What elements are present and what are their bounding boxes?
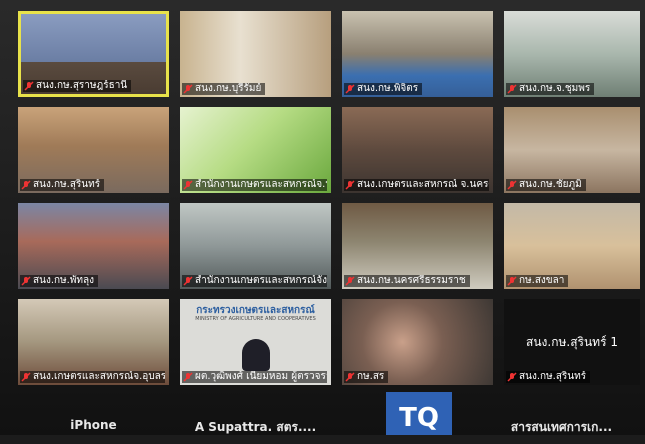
participant-tile[interactable]: สนง.กษ.สุรินทร์ 1 สนง.กษ.สุรินทร์ — [504, 299, 640, 385]
participant-label: กษ.สงขลา — [506, 275, 569, 287]
mic-muted-icon — [183, 84, 193, 94]
mic-muted-icon — [21, 180, 31, 190]
mic-muted-icon — [183, 372, 193, 382]
mic-muted-icon — [507, 180, 517, 190]
participant-tile[interactable]: กษ.สร — [342, 299, 493, 385]
avatar[interactable]: TQ — [386, 392, 452, 435]
participant-label: สนง.กษ.พิจิตร — [344, 83, 423, 95]
participant-grid: สนง.กษ.สุราษฎร์ธานี สนง.กษ.บุรีรัมย์ สนง… — [18, 11, 640, 385]
participant-tile[interactable]: iPhone — [18, 392, 169, 435]
mic-muted-icon — [21, 276, 31, 286]
participant-tile[interactable]: สนง.กษ.พัทลุง — [18, 203, 169, 289]
participant-label: สนง.เกษตรและสหกรณ์จ.อุบลราชธานี — [20, 371, 165, 383]
participant-label: สนง.กษ.สุรินทร์ — [20, 179, 105, 191]
mic-muted-icon — [507, 84, 517, 94]
participant-tile[interactable]: สนง.กษ.พิจิตร — [342, 11, 493, 97]
participant-label: สำนักงานเกษตรและสหกรณ์จ.น... — [182, 179, 327, 191]
participant-tile[interactable]: สนง.กษ.ชัยภูมิ — [504, 107, 640, 193]
participant-tile[interactable]: สนง.กษ.สุรินทร์ — [18, 107, 169, 193]
participant-tile[interactable]: สารสนเทศการเก... — [486, 392, 637, 435]
participant-label: สนง.กษ.บุรีรัมย์ — [182, 83, 266, 95]
mic-muted-icon — [507, 276, 517, 286]
mic-muted-icon — [507, 372, 517, 382]
participant-label: กษ.สร — [344, 371, 389, 383]
bottom-participant-row: iPhone A Supattra. สตร.... สารสนเทศการเก… — [0, 392, 645, 435]
mic-muted-icon — [183, 276, 193, 286]
ministry-banner-en: MINISTRY OF AGRICULTURE AND COOPERATIVES — [195, 316, 316, 322]
participant-name: สนง.กษ.สุรินทร์ 1 — [526, 335, 618, 349]
mic-muted-icon — [345, 180, 355, 190]
participant-label: สนง.กษ.สุราษฎร์ธานี — [23, 80, 132, 92]
participant-tile[interactable]: สนง.เกษตรและสหกรณ์ จ.นครศ... — [342, 107, 493, 193]
participant-label: สนง.กษ.สุรินทร์ — [506, 371, 591, 383]
participant-tile[interactable]: สำนักงานเกษตรและสหกรณ์จังห... — [180, 203, 331, 289]
participant-tile[interactable]: สนง.เกษตรและสหกรณ์จ.อุบลราชธานี — [18, 299, 169, 385]
speaker-figure — [242, 339, 270, 371]
participant-tile[interactable]: กษ.สงขลา — [504, 203, 640, 289]
participant-label: สำนักงานเกษตรและสหกรณ์จังห... — [182, 275, 327, 287]
mic-muted-icon — [345, 372, 355, 382]
participant-label: สนง.กษ.นครศรีธรรมราช — [344, 275, 470, 287]
participant-name: iPhone — [70, 418, 117, 432]
participant-label: ผต.วุฒิพงศ์ เนียมหอม ผู้ตรวจราชก... — [182, 371, 327, 383]
participant-name: A Supattra. สตร.... — [194, 420, 317, 434]
mic-muted-icon — [21, 372, 31, 382]
participant-tile[interactable]: สำนักงานเกษตรและสหกรณ์จ.น... — [180, 107, 331, 193]
participant-tile[interactable]: สนง.กษ.สุราษฎร์ธานี — [18, 11, 169, 97]
mic-muted-icon — [183, 180, 193, 190]
mic-muted-icon — [345, 276, 355, 286]
mic-muted-icon — [24, 81, 34, 91]
participant-label: สนง.กษ.พัทลุง — [20, 275, 99, 287]
participant-label: สนง.กษ.ชัยภูมิ — [506, 179, 586, 191]
participant-tile[interactable]: กระทรวงเกษตรและสหกรณ์ MINISTRY OF AGRICU… — [180, 299, 331, 385]
participant-tile[interactable]: สนง.กษ.บุรีรัมย์ — [180, 11, 331, 97]
participant-tile[interactable]: สนง.กษ.นครศรีธรรมราช — [342, 203, 493, 289]
participant-label: สนง.กษ.จ.ชุมพร — [506, 83, 595, 95]
participant-tile[interactable]: สนง.กษ.จ.ชุมพร — [504, 11, 640, 97]
mic-muted-icon — [345, 84, 355, 94]
participant-label: สนง.เกษตรและสหกรณ์ จ.นครศ... — [344, 179, 489, 191]
participant-tile[interactable]: A Supattra. สตร.... — [180, 392, 331, 435]
participant-name: สารสนเทศการเก... — [510, 420, 613, 434]
